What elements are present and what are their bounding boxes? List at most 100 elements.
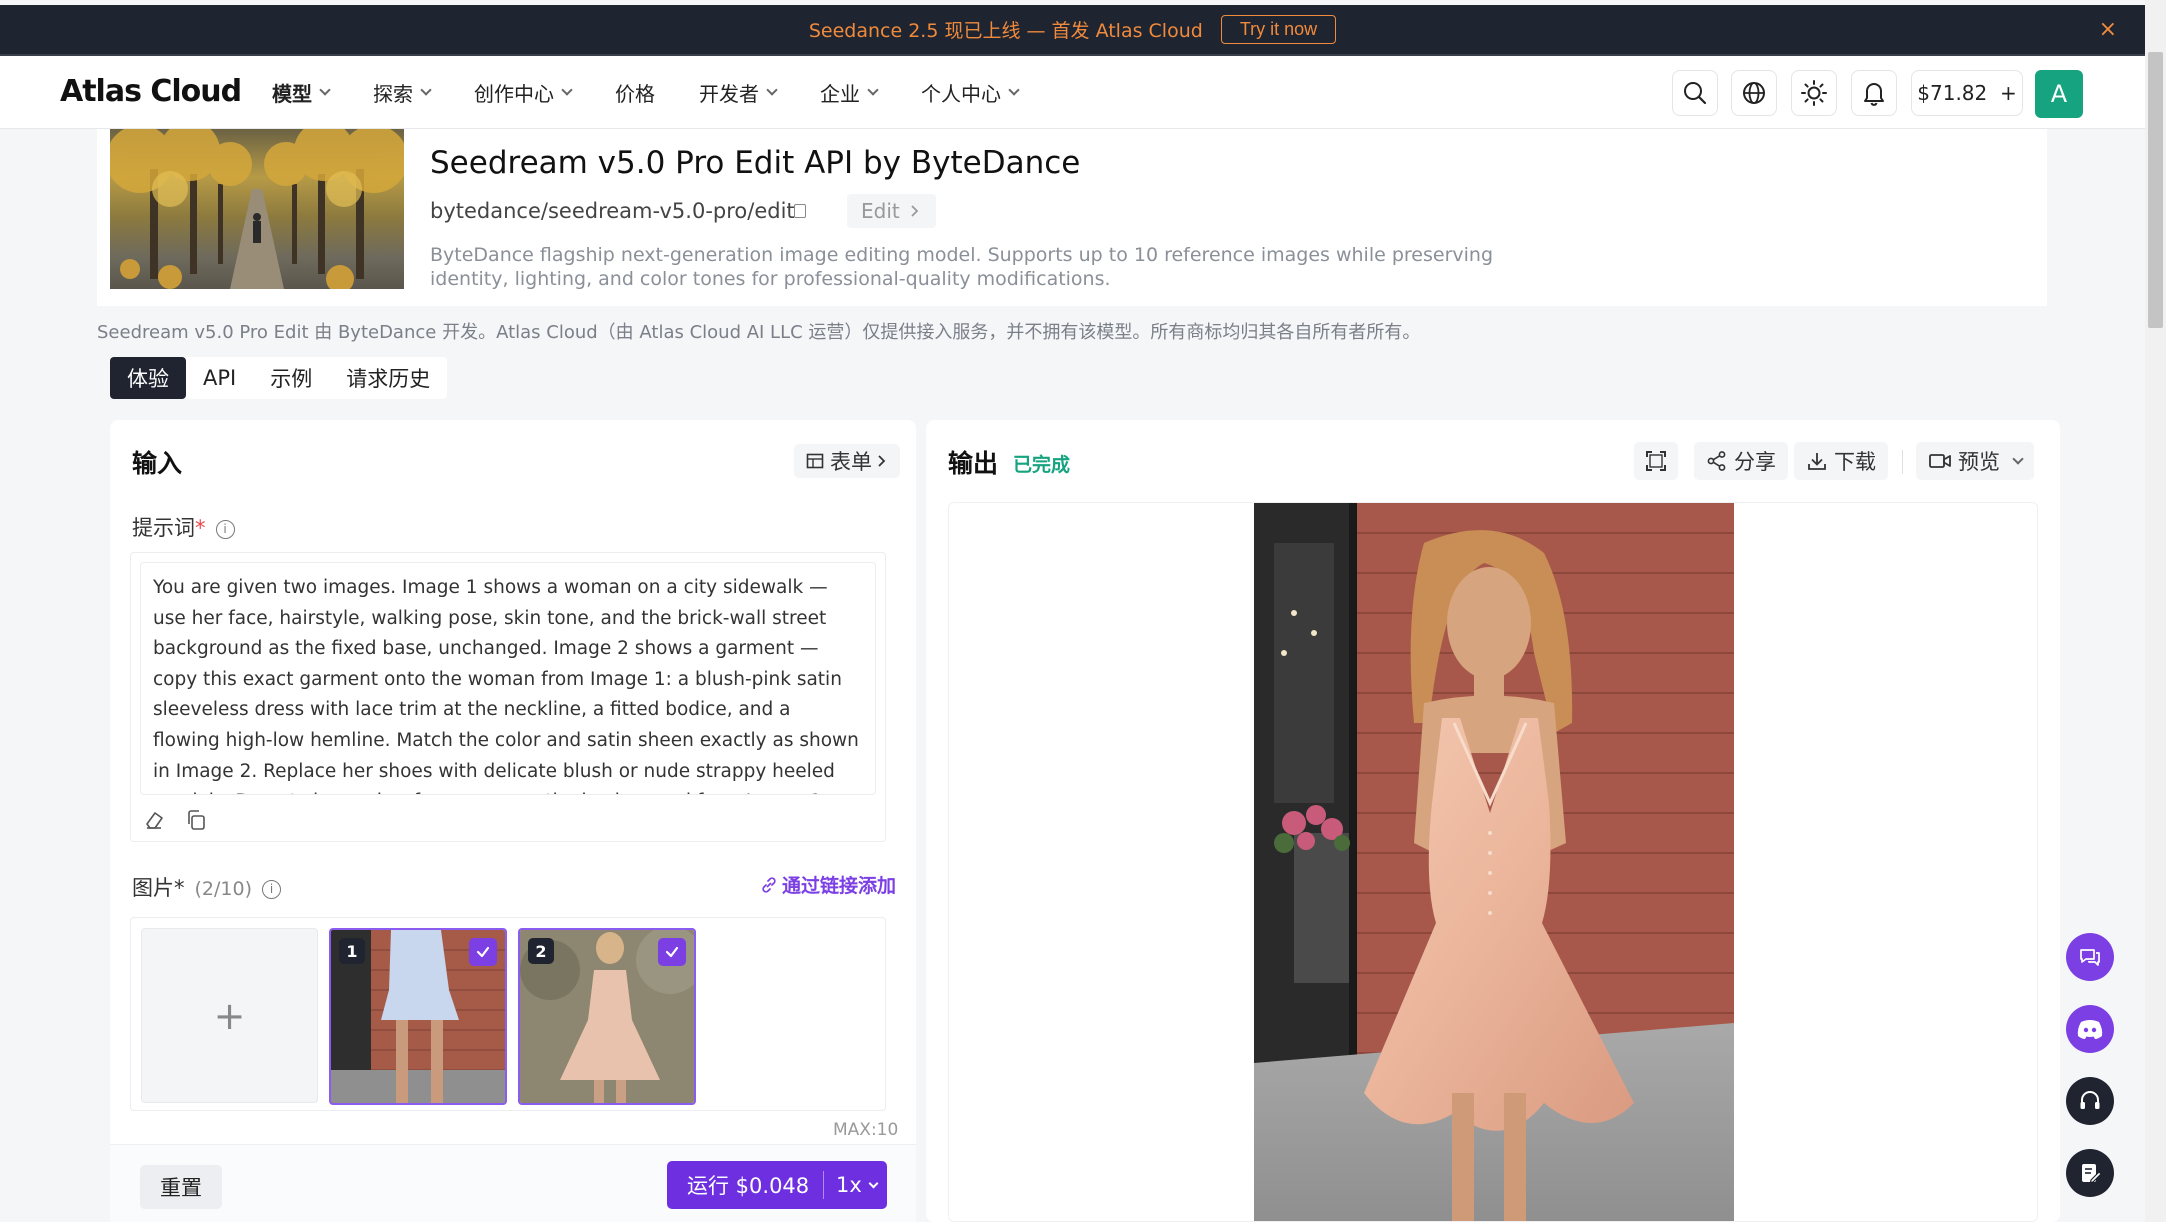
- status-badge: 已完成: [1013, 454, 1071, 476]
- edit-label: Edit: [861, 199, 900, 223]
- nav-item-explore[interactable]: 探索: [373, 78, 432, 107]
- chevron-down-icon: [561, 84, 573, 96]
- download-button[interactable]: 下载: [1794, 442, 1888, 480]
- chevron-down-icon: [1008, 84, 1020, 96]
- tab-playground[interactable]: 体验: [110, 357, 186, 399]
- image-number-badge: 2: [528, 938, 554, 964]
- info-icon[interactable]: i: [215, 519, 235, 539]
- plus-icon: +: [1999, 81, 2017, 105]
- chevron-down-icon: [2012, 452, 2024, 465]
- prompt-textarea[interactable]: You are given two images. Image 1 shows …: [140, 562, 876, 795]
- multiplier-select[interactable]: 1x: [824, 1173, 879, 1197]
- prompt-container: You are given two images. Image 1 shows …: [130, 552, 886, 842]
- search-icon: [1684, 82, 1707, 105]
- tab-examples[interactable]: 示例: [253, 357, 329, 399]
- copy-icon[interactable]: [183, 807, 209, 833]
- model-title: Seedream v5.0 Pro Edit API by ByteDance: [430, 145, 1081, 181]
- chevron-down-icon: [868, 1178, 879, 1188]
- edit-note-icon: [2082, 1164, 2102, 1184]
- toolbar-divider: [1902, 450, 1903, 474]
- chat-icon: [2080, 949, 2100, 966]
- images-count: (2/10): [194, 878, 253, 900]
- language-button[interactable]: [1731, 70, 1777, 116]
- image-list: + 1 2: [130, 917, 886, 1111]
- support-button[interactable]: [2066, 1077, 2114, 1125]
- scrollbar-thumb[interactable]: [2148, 52, 2163, 328]
- reference-image-1[interactable]: 1: [329, 928, 507, 1105]
- upload-button[interactable]: +: [141, 928, 318, 1103]
- balance-amount: $71.82: [1917, 81, 1988, 105]
- chevron-right-icon: [911, 205, 919, 217]
- run-button[interactable]: 运行 $0.048 1x: [667, 1161, 887, 1209]
- info-icon[interactable]: i: [262, 879, 281, 899]
- generated-woman-pink-dress: [1254, 503, 1734, 1221]
- prompt-label: 提示词* i: [132, 512, 235, 542]
- nav-item-pricing[interactable]: 价格: [615, 78, 655, 107]
- eraser-icon[interactable]: [141, 807, 167, 833]
- nav-item-enterprise[interactable]: 企业: [820, 78, 879, 107]
- disclaimer-text: Seedream v5.0 Pro Edit 由 ByteDance 开发。At…: [97, 322, 1421, 343]
- share-button[interactable]: 分享: [1694, 442, 1788, 480]
- input-title: 输入: [132, 449, 183, 478]
- chat-button[interactable]: [2066, 933, 2114, 981]
- bell-icon: [1864, 83, 1884, 106]
- run-label: 运行 $0.048: [687, 1174, 810, 1198]
- feedback-button[interactable]: [2066, 1149, 2114, 1197]
- model-path: bytedance/seedream-v5.0-pro/edit: [430, 199, 795, 223]
- chevron-down-icon: [420, 84, 432, 96]
- nav-item-account[interactable]: 个人中心: [921, 78, 1020, 107]
- search-button[interactable]: [1672, 70, 1718, 116]
- video-icon: [1929, 454, 1951, 468]
- nav-menu: 模型 探索 创作中心 价格 开发者 企业 个人中心: [272, 56, 1062, 129]
- announcement-banner: Seedance 2.5 现已上线 — 首发 Atlas Cloud Try i…: [0, 5, 2145, 56]
- reference-image-2[interactable]: 2: [518, 928, 696, 1105]
- output-title: 输出: [948, 449, 999, 478]
- nav-item-studio[interactable]: 创作中心: [474, 78, 573, 107]
- input-footer: 重置 运行 $0.048 1x: [110, 1144, 916, 1222]
- copy-icon[interactable]: [794, 204, 806, 218]
- input-panel: 输入 表单 提示词* i You are given two images. Im…: [110, 420, 916, 1222]
- check-icon[interactable]: [469, 938, 497, 966]
- form-label: 表单: [830, 450, 872, 474]
- tab-bar: 体验 API 示例 请求历史: [110, 357, 448, 399]
- link-icon: [762, 877, 776, 893]
- nav-item-models[interactable]: 模型: [272, 78, 331, 107]
- tab-history[interactable]: 请求历史: [329, 357, 447, 399]
- globe-icon: [1743, 82, 1765, 104]
- output-image[interactable]: [1254, 503, 1734, 1221]
- try-it-now-button[interactable]: Try it now: [1220, 15, 1337, 44]
- chevron-right-icon: [878, 455, 886, 467]
- preview-select[interactable]: 预览: [1916, 442, 2034, 480]
- max-images-note: MAX:10: [833, 1120, 899, 1140]
- nav-item-developers[interactable]: 开发者: [699, 78, 778, 107]
- model-description: ByteDance flagship next-generation image…: [430, 244, 1494, 290]
- notifications-button[interactable]: [1851, 70, 1897, 116]
- output-panel: 输出 已完成 分享 下载 预览: [926, 420, 2060, 1222]
- headset-icon: [2080, 1091, 2100, 1109]
- logo[interactable]: Atlas Cloud: [60, 74, 242, 109]
- model-thumbnail: [110, 129, 404, 289]
- check-icon[interactable]: [658, 938, 686, 966]
- reset-button[interactable]: 重置: [140, 1165, 222, 1209]
- output-viewer: [948, 502, 2038, 1222]
- required-mark: *: [195, 516, 206, 540]
- fullscreen-button[interactable]: [1634, 442, 1678, 480]
- discord-button[interactable]: [2066, 1005, 2114, 1053]
- discord-icon: [2077, 1020, 2103, 1039]
- theme-toggle[interactable]: [1791, 70, 1837, 116]
- avatar[interactable]: A: [2035, 70, 2083, 118]
- images-label: 图片* (2/10) i: [132, 872, 281, 902]
- table-icon: [806, 453, 824, 469]
- add-by-link-button[interactable]: 通过链接添加: [760, 871, 896, 898]
- share-icon: [1707, 451, 1726, 471]
- edit-button[interactable]: Edit: [847, 194, 936, 228]
- balance-button[interactable]: $71.82 +: [1911, 70, 2023, 116]
- close-icon[interactable]: ×: [2099, 17, 2117, 42]
- model-header-card: Seedream v5.0 Pro Edit API by ByteDance …: [97, 129, 2047, 306]
- sun-icon: [1801, 80, 1827, 106]
- form-toggle-button[interactable]: 表单: [794, 444, 900, 478]
- autumn-path-illustration: [110, 129, 404, 289]
- tab-api[interactable]: API: [186, 357, 253, 399]
- top-nav: Atlas Cloud 模型 探索 创作中心 价格 开发者 企业 个人中心 $7…: [0, 56, 2145, 129]
- chevron-down-icon: [867, 84, 879, 96]
